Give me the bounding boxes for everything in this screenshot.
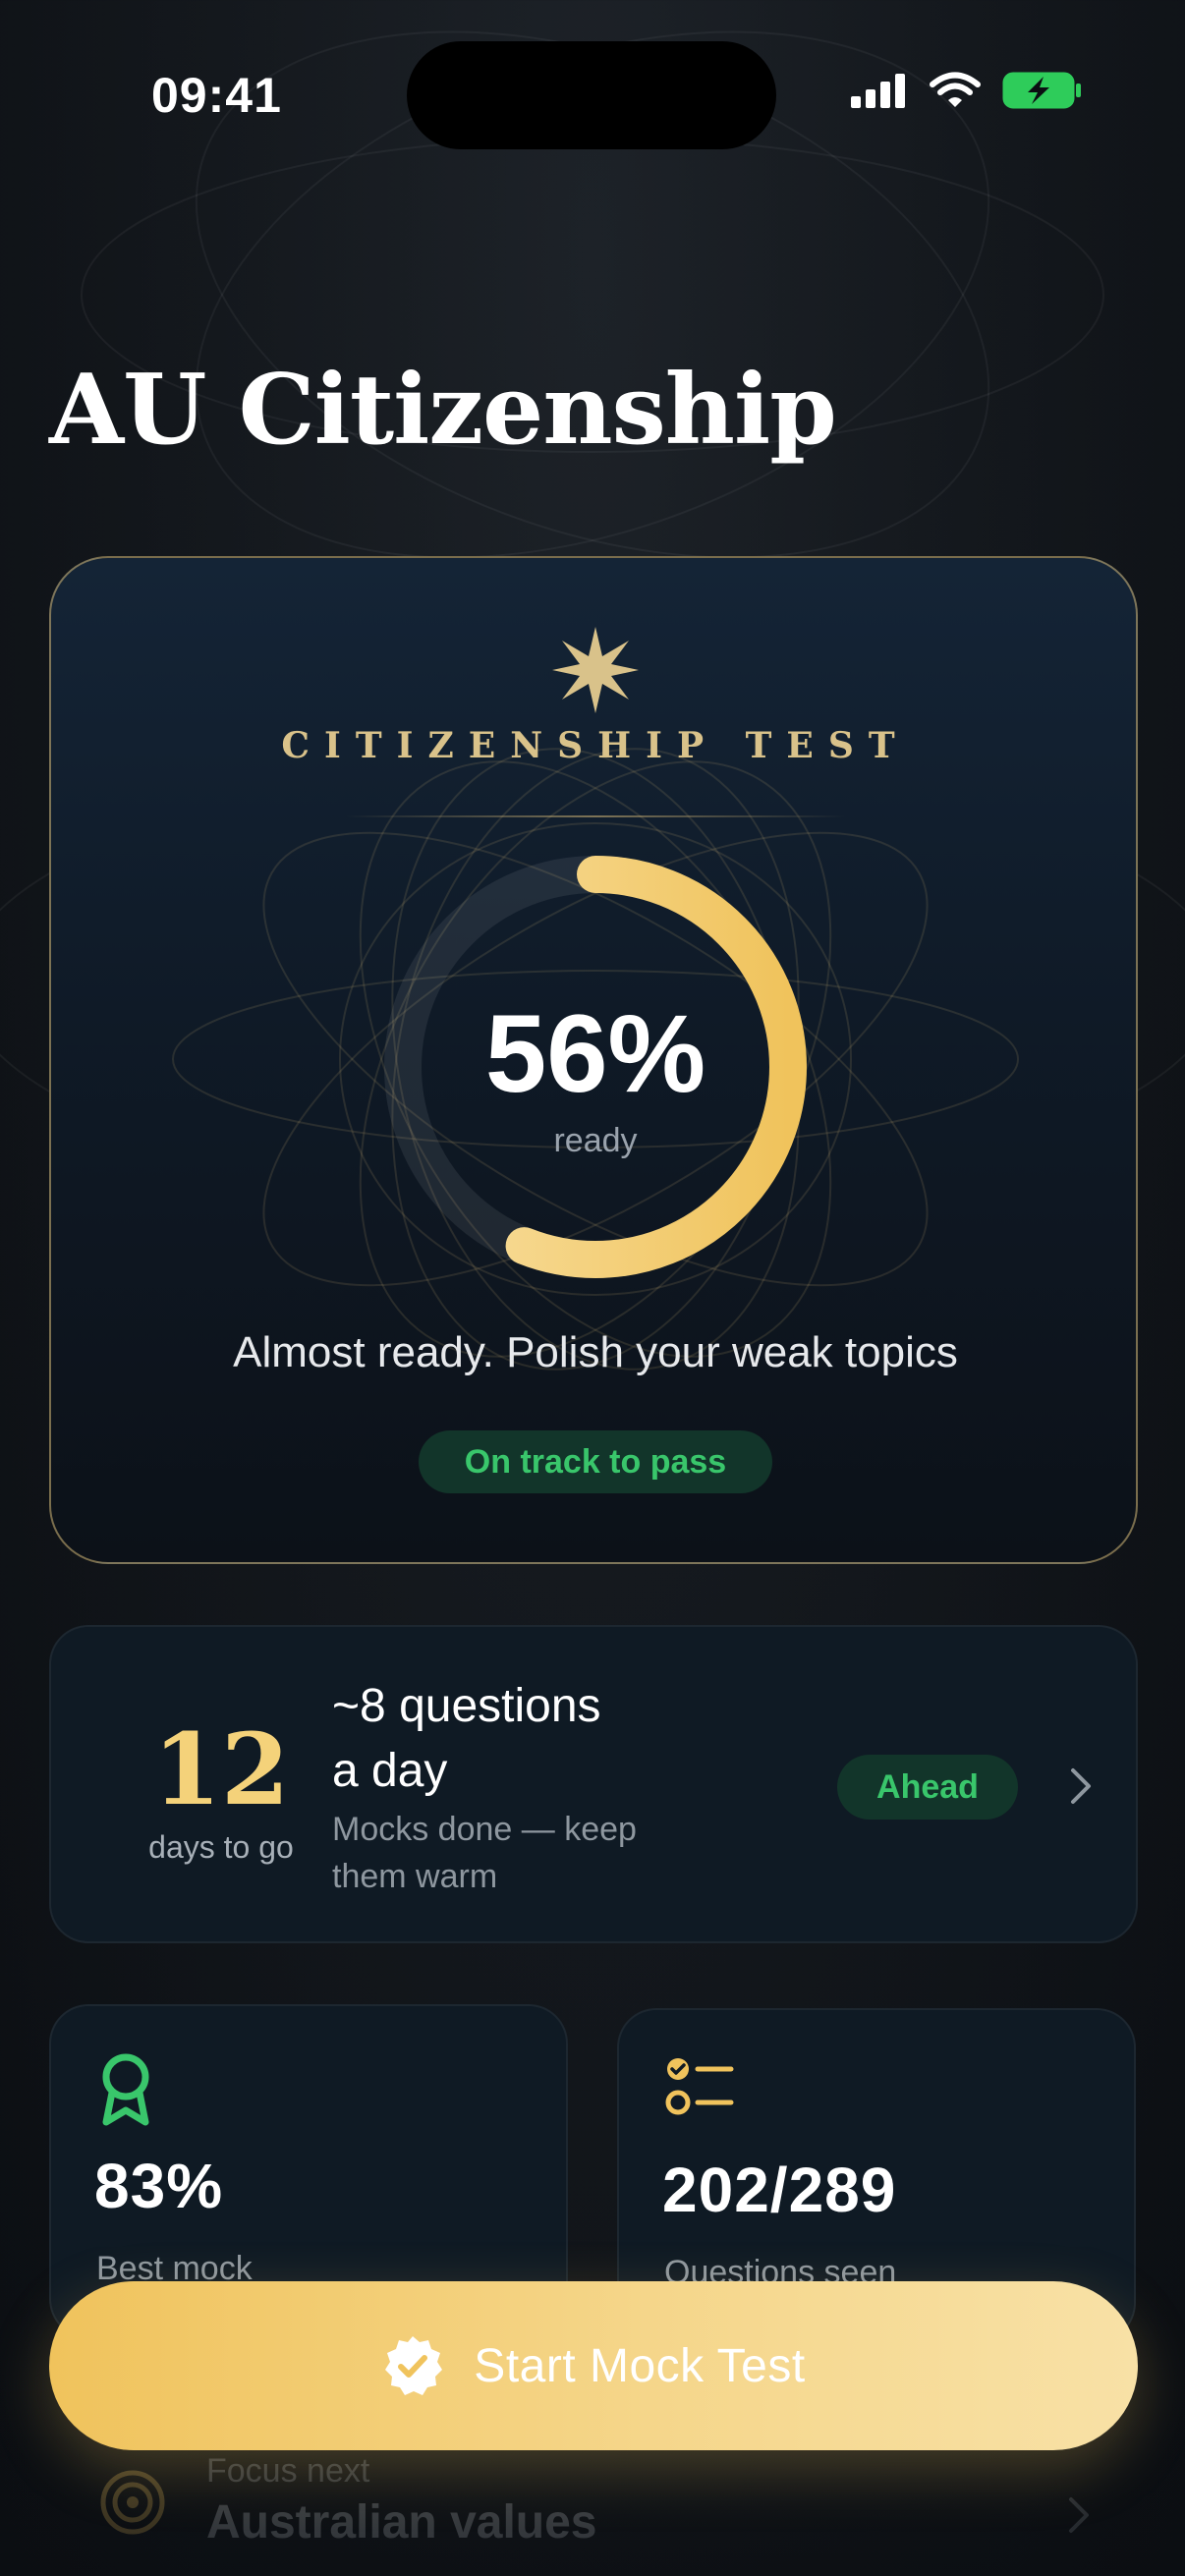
plan-title-line: ~8 questions <box>332 1680 601 1732</box>
readiness-percent: 56% <box>484 992 706 1115</box>
cellular-signal-icon <box>851 74 905 108</box>
plan-subtitle-line: Mocks done — keep <box>332 1811 637 1848</box>
dynamic-island <box>407 41 776 149</box>
commonwealth-star-icon <box>552 627 639 713</box>
chevron-right-icon <box>1069 2497 1089 2533</box>
status-badge: On track to pass <box>419 1430 772 1493</box>
readiness-card[interactable]: CITIZENSHIP TEST 56% ready Almost ready.… <box>49 556 1138 1564</box>
plan-title: ~8 questions a day <box>332 1674 745 1804</box>
start-mock-test-button[interactable]: Start Mock Test <box>49 2281 1138 2450</box>
verified-check-icon <box>385 2336 443 2395</box>
wifi-icon <box>930 72 981 107</box>
chevron-right-icon <box>1071 1768 1091 1804</box>
days-remaining-label: days to go <box>148 1829 294 1865</box>
focus-next-topic: Australian values <box>206 2496 597 2548</box>
status-icons <box>849 71 1083 110</box>
days-remaining-value: 12 <box>152 1711 290 1827</box>
target-icon <box>100 2470 165 2535</box>
status-time: 09:41 <box>151 68 282 123</box>
study-plan-card[interactable]: 12 days to go ~8 questions a day Mocks d… <box>49 1625 1138 1943</box>
divider <box>346 815 845 817</box>
best-mock-value: 83% <box>94 2151 224 2221</box>
battery-charging-icon <box>1002 72 1081 109</box>
award-ribbon-icon <box>102 2053 149 2126</box>
checklist-icon <box>665 2058 734 2115</box>
card-eyebrow: CITIZENSHIP TEST <box>281 725 910 766</box>
plan-subtitle: Mocks done — keep them warm <box>332 1806 745 1900</box>
start-mock-test-label: Start Mock Test <box>474 2339 806 2392</box>
readiness-caption: ready <box>553 1122 638 1159</box>
plan-subtitle-line: them warm <box>332 1858 498 1895</box>
page-title: AU Citizenship <box>49 354 837 467</box>
plan-title-line: a day <box>332 1745 448 1797</box>
pace-badge: Ahead <box>837 1755 1018 1820</box>
questions-seen-value: 202/289 <box>662 2155 897 2225</box>
focus-next-kicker: Focus next <box>206 2452 370 2490</box>
readiness-message: Almost ready. Polish your weak topics <box>233 1328 958 1376</box>
